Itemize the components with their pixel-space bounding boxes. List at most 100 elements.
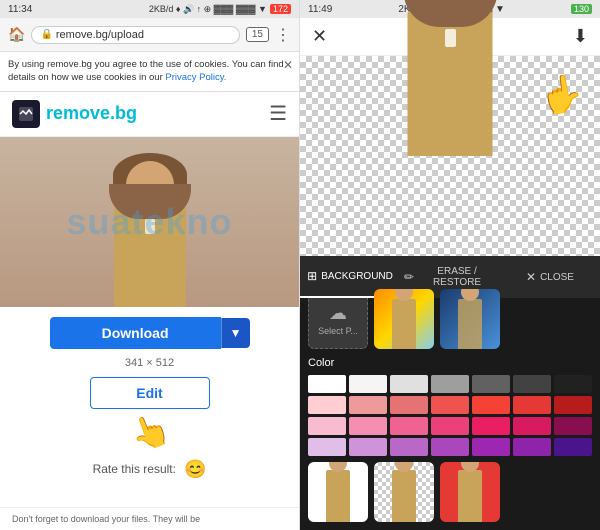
- right-hand-icon: 👆: [536, 70, 587, 119]
- rate-label: Rate this result:: [93, 462, 176, 476]
- head-group: [125, 161, 175, 209]
- body-shape: [114, 207, 186, 307]
- color-thumb-red[interactable]: [440, 462, 500, 522]
- right-time: 11:49: [308, 4, 332, 15]
- cookie-banner: By using remove.bg you agree to the use …: [0, 52, 299, 92]
- color-swatch-ffffff[interactable]: [308, 375, 346, 393]
- hand-pointer-icon: 👆: [124, 407, 174, 456]
- color-thumb-red-person-body: [458, 470, 482, 522]
- download-button[interactable]: Download: [50, 317, 221, 349]
- signal-icons: 2KB/d ♦ 🔊 ↑ ⊕ ▓▓▓ ▓▓▓ ▼: [149, 4, 267, 15]
- color-thumb-person-body: [326, 470, 350, 522]
- color-swatch-880e4f[interactable]: [554, 417, 592, 435]
- color-swatch-ba68c8[interactable]: [390, 438, 428, 456]
- thumb-person-body-2: [458, 299, 482, 349]
- color-swatch-4a148c[interactable]: [554, 438, 592, 456]
- close-tab-label: CLOSE: [540, 272, 574, 283]
- color-swatch-ef5350[interactable]: [431, 396, 469, 414]
- result-head-group: [421, 0, 479, 13]
- right-panel: 11:49 2KB/d ♦ 🔊 ↑ ⊕ ▓▓▓ ▼ 130 ✕ ↺ ↻ ⬇: [300, 0, 600, 530]
- tab-count[interactable]: 15: [246, 27, 269, 42]
- color-swatch-8e24aa[interactable]: [513, 438, 551, 456]
- left-status-icons: 2KB/d ♦ 🔊 ↑ ⊕ ▓▓▓ ▓▓▓ ▼ 172: [149, 4, 291, 15]
- result-body-shape: [408, 11, 493, 156]
- color-swatch-f48fb1[interactable]: [349, 417, 387, 435]
- url-text: remove.bg/upload: [56, 29, 144, 41]
- erase-tab-label: ERASE / RESTORE: [418, 266, 496, 288]
- result-image: 👆: [300, 56, 600, 256]
- result-image-container: 👆 ⊞ BACKGROUND ✏ ERASE / RESTORE ✕ CLOSE: [300, 56, 600, 263]
- color-swatch-424242[interactable]: [513, 375, 551, 393]
- preview-background: suatekno: [0, 137, 299, 307]
- hamburger-menu-icon[interactable]: ☰: [269, 101, 287, 126]
- color-swatch-f8bbd0[interactable]: [308, 417, 346, 435]
- home-icon[interactable]: 🏠: [8, 26, 25, 43]
- right-battery: 130: [571, 4, 592, 14]
- tab-close[interactable]: ✕ CLOSE: [500, 256, 600, 298]
- lock-icon: 🔒: [40, 29, 52, 40]
- photo-grid: ☁ Select P...: [308, 289, 592, 349]
- cookie-close-icon[interactable]: ✕: [283, 57, 293, 74]
- url-bar[interactable]: 🔒 remove.bg/upload: [31, 26, 239, 44]
- upload-label: Select P...: [318, 326, 358, 336]
- battery-badge: 172: [270, 4, 291, 14]
- result-body-group: [408, 11, 493, 156]
- rate-emoji[interactable]: 😊: [184, 459, 206, 480]
- logo-bar: remove.bg ☰: [0, 92, 299, 137]
- background-tab-label: BACKGROUND: [321, 271, 393, 282]
- color-swatch-616161[interactable]: [472, 375, 510, 393]
- image-size: 341 × 512: [125, 357, 174, 369]
- color-swatch-9e9e9e[interactable]: [431, 375, 469, 393]
- upload-cloud-icon: ☁: [329, 303, 347, 324]
- left-panel: 11:34 2KB/d ♦ 🔊 ↑ ⊕ ▓▓▓ ▓▓▓ ▼ 172 🏠 🔒 re…: [0, 0, 300, 530]
- logo: remove.bg: [12, 100, 137, 128]
- download-dropdown-arrow[interactable]: ▼: [221, 318, 250, 348]
- edit-button[interactable]: Edit: [90, 377, 210, 409]
- color-thumb-white[interactable]: [308, 462, 368, 522]
- color-swatch-ce93d8[interactable]: [349, 438, 387, 456]
- color-thumb-checker-person-body: [392, 470, 416, 522]
- color-thumb-transparent[interactable]: [374, 462, 434, 522]
- color-swatch-ef9a9a[interactable]: [349, 396, 387, 414]
- color-swatch-f5f5f5[interactable]: [349, 375, 387, 393]
- badge: [145, 219, 155, 234]
- logo-svg: [17, 105, 35, 123]
- actions-area: Download ▼ 341 × 512 Edit 👆 Rate this re…: [0, 307, 299, 490]
- figure-body-container: [114, 207, 186, 307]
- thumb-person-body: [392, 299, 416, 349]
- color-swatch-ffcdd2[interactable]: [308, 396, 346, 414]
- result-badge: [445, 29, 456, 47]
- photo-thumb-blue[interactable]: [440, 289, 500, 349]
- erase-tab-icon: ✏: [404, 270, 414, 284]
- download-icon[interactable]: ⬇: [573, 26, 588, 47]
- bottom-text: Don't forget to download your files. The…: [0, 507, 299, 530]
- left-time: 11:34: [8, 4, 32, 15]
- color-swatch-e53935[interactable]: [513, 396, 551, 414]
- color-swatch-f06292[interactable]: [390, 417, 428, 435]
- background-tab-icon: ⊞: [307, 269, 317, 283]
- color-thumbs: [308, 462, 592, 522]
- color-swatch-ab47bc[interactable]: [431, 438, 469, 456]
- color-swatch-e0e0e0[interactable]: [390, 375, 428, 393]
- image-preview: suatekno: [0, 137, 299, 307]
- color-swatch-9c27b0[interactable]: [472, 438, 510, 456]
- photo-upload-button[interactable]: ☁ Select P...: [308, 289, 368, 349]
- color-swatch-ec407a[interactable]: [431, 417, 469, 435]
- color-swatch-e57373[interactable]: [390, 396, 428, 414]
- privacy-link[interactable]: Privacy Policy.: [165, 72, 226, 83]
- color-swatch-d81b60[interactable]: [513, 417, 551, 435]
- color-swatch-212121[interactable]: [554, 375, 592, 393]
- logo-text: remove.bg: [46, 103, 137, 124]
- close-button[interactable]: ✕: [312, 26, 327, 47]
- more-options-icon[interactable]: ⋮: [275, 25, 291, 45]
- color-swatch-e1bee7[interactable]: [308, 438, 346, 456]
- right-hand-pointer: 👆: [539, 74, 584, 116]
- color-swatch-f44336[interactable]: [472, 396, 510, 414]
- color-swatch-b71c1c[interactable]: [554, 396, 592, 414]
- color-swatch-e91e63[interactable]: [472, 417, 510, 435]
- photo-thumb-sky[interactable]: [374, 289, 434, 349]
- cookie-text: By using remove.bg you agree to the use …: [8, 59, 284, 83]
- rate-row: Rate this result: 😊: [93, 459, 207, 480]
- color-grid: [308, 375, 592, 456]
- left-status-bar: 11:34 2KB/d ♦ 🔊 ↑ ⊕ ▓▓▓ ▓▓▓ ▼ 172: [0, 0, 299, 18]
